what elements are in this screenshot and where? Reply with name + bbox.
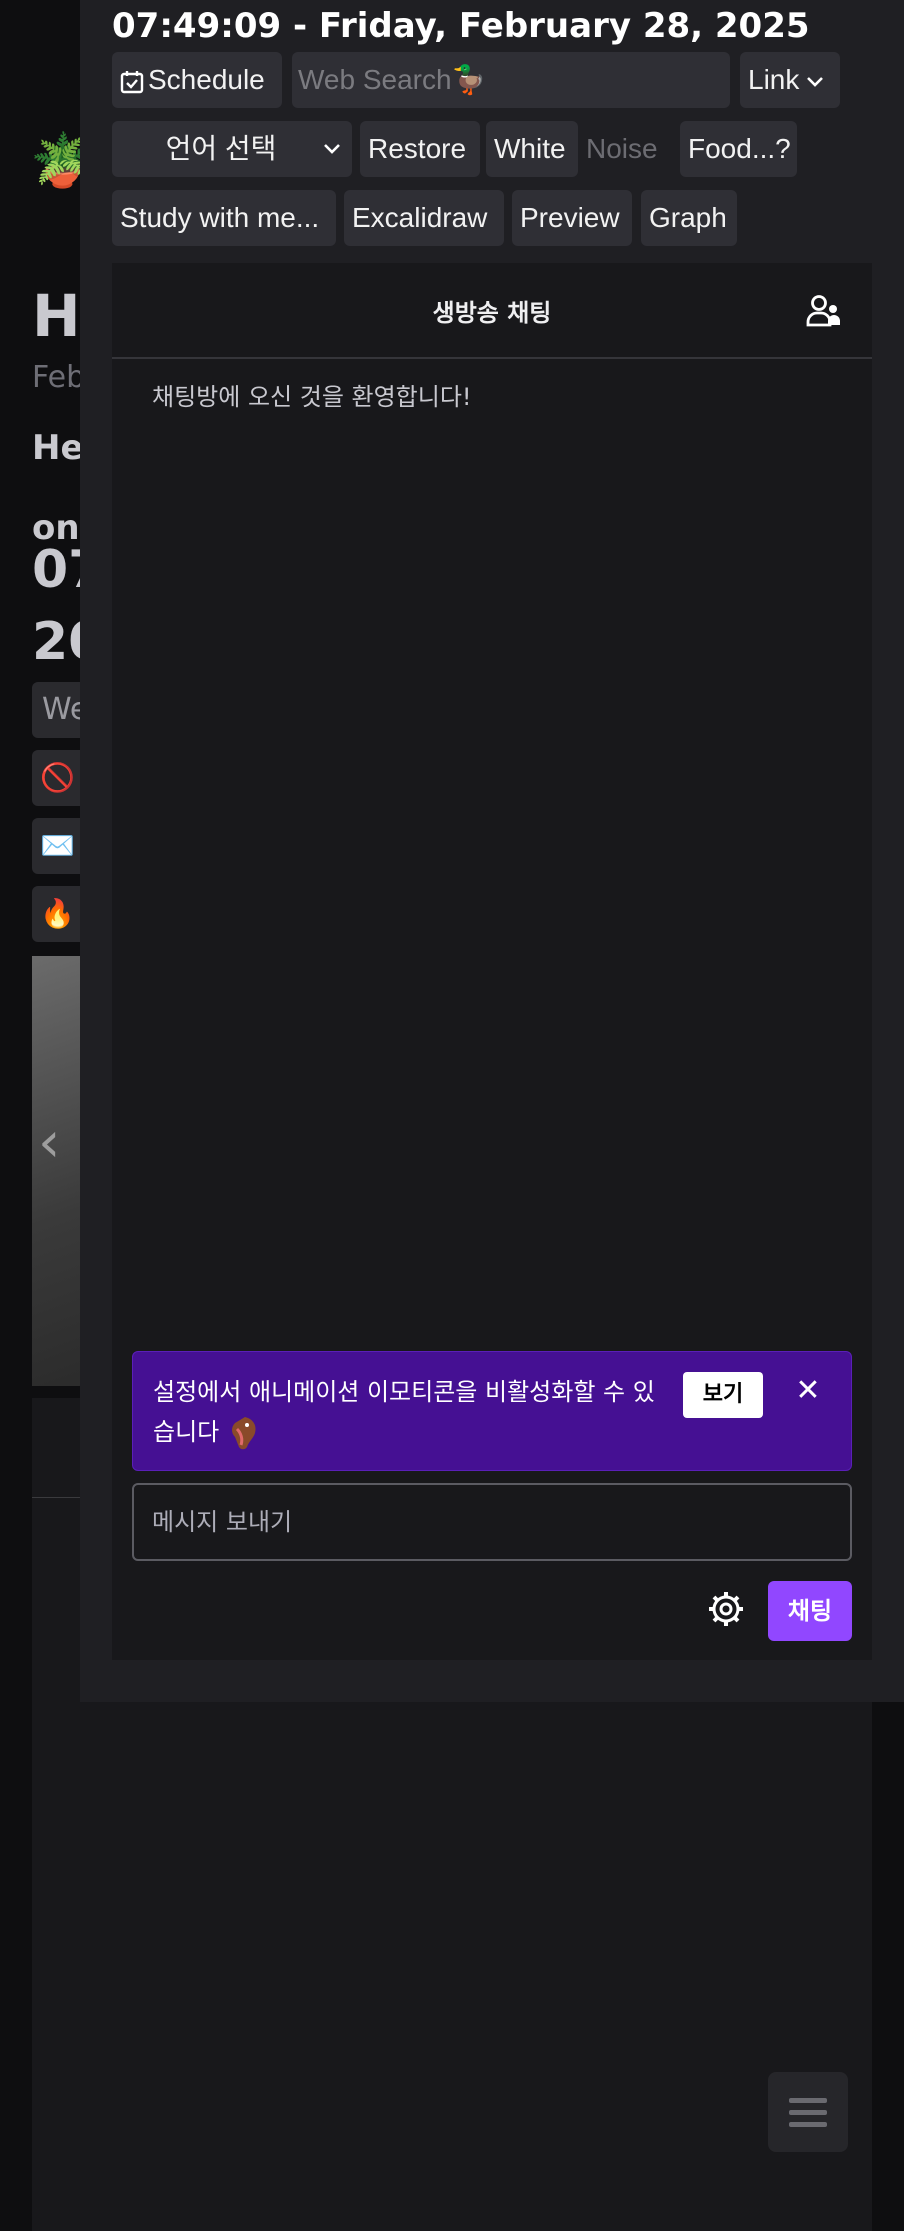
restore-button[interactable]: Restore: [360, 121, 480, 177]
bg-subheading: He: [32, 428, 84, 468]
chevron-down-icon: [807, 76, 824, 87]
users-icon[interactable]: [806, 293, 842, 329]
emote-notice-banner: 설정에서 애니메이션 이모티콘을 비활성화할 수 있습니다 보기 ✕: [132, 1351, 852, 1471]
white-noise-button[interactable]: White: [486, 121, 578, 177]
link-label: Link: [748, 64, 800, 95]
bg-date: Feb: [32, 360, 86, 395]
close-icon[interactable]: ✕: [793, 1376, 823, 1406]
chat-message-input[interactable]: 메시지 보내기: [132, 1483, 852, 1561]
chat-title: 생방송 채팅: [432, 299, 552, 327]
welcome-message: 채팅방에 오신 것을 환영합니다!: [152, 383, 472, 411]
clock-display: 07:49:09 - Friday, February 28, 2025: [112, 6, 810, 46]
gear-icon[interactable]: [708, 1591, 744, 1627]
link-dropdown[interactable]: Link: [740, 52, 840, 108]
web-search-input[interactable]: Web Search🦆: [292, 52, 730, 108]
chevron-left-icon[interactable]: ‹: [38, 1110, 60, 1175]
graph-button[interactable]: Graph: [641, 190, 737, 246]
chat-header: 생방송 채팅: [112, 263, 872, 359]
language-select[interactable]: 언어 선택: [112, 121, 352, 177]
language-select-value: 언어 선택: [165, 133, 277, 164]
noise-label: Noise: [586, 133, 658, 164]
study-with-me-button[interactable]: Study with me...: [112, 190, 336, 246]
notice-text: 설정에서 애니메이션 이모티콘을 비활성화할 수 있습니다: [153, 1372, 673, 1452]
animated-emote-icon: [231, 1417, 256, 1450]
notice-view-button[interactable]: 보기: [683, 1372, 763, 1418]
chevron-down-icon: [324, 144, 340, 154]
chat-send-button[interactable]: 채팅: [768, 1581, 852, 1641]
food-button[interactable]: Food...?: [680, 121, 797, 177]
schedule-label: Schedule: [148, 64, 265, 95]
menu-icon[interactable]: [768, 2072, 848, 2152]
excalidraw-button[interactable]: Excalidraw: [344, 190, 504, 246]
duck-icon: 🦆: [451, 64, 487, 95]
web-search-placeholder: Web Search: [298, 64, 452, 95]
calendar-icon: [120, 70, 144, 93]
overlay-panel: 07:49:09 - Friday, February 28, 2025 Sch…: [80, 0, 904, 1702]
live-chat-panel: 생방송 채팅 채팅방에 오신 것을 환영합니다! 설정에서 애니메이션 이모티콘…: [112, 263, 872, 1660]
schedule-button[interactable]: Schedule: [112, 52, 282, 108]
preview-button[interactable]: Preview: [512, 190, 632, 246]
